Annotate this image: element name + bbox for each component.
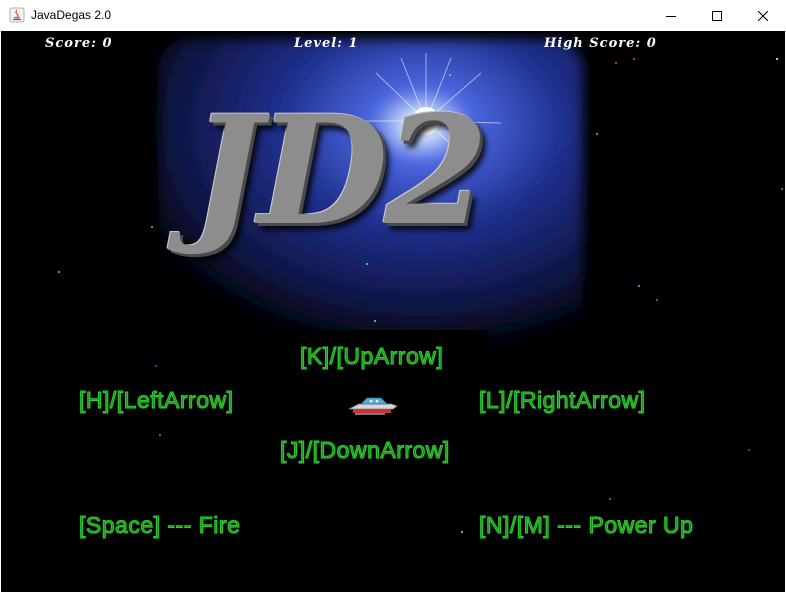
star (374, 320, 376, 322)
star (596, 133, 598, 135)
title-bar[interactable]: JavaDegas 2.0 (0, 0, 786, 32)
game-canvas[interactable]: JD2 Score: 0 Level: 1 High Score: 0 [K]/… (1, 31, 785, 592)
window-title: JavaDegas 2.0 (31, 8, 112, 22)
fire-key-hint: [Space] --- Fire (78, 512, 241, 539)
app-window: JavaDegas 2.0 JD2 Score: 0 Level: 1 High… (0, 0, 786, 593)
close-button[interactable] (740, 0, 786, 31)
power-up-key-hint: [N]/[M] --- Power Up (478, 512, 694, 539)
close-icon (758, 10, 768, 21)
star (211, 212, 213, 214)
high-score-value: 0 (646, 36, 657, 51)
score-display: Score: 0 (45, 36, 112, 51)
star (781, 188, 783, 190)
star (461, 531, 463, 533)
down-key-hint: [J]/[DownArrow] (280, 437, 450, 464)
star (638, 285, 640, 287)
java-app-icon (9, 7, 25, 23)
star (159, 434, 161, 436)
star (151, 226, 153, 228)
jd2-logo: JD2 (191, 83, 488, 259)
player-ship-icon (348, 397, 398, 415)
minimize-button[interactable] (648, 0, 694, 31)
level-label: Level: (294, 36, 343, 51)
score-value: 0 (102, 36, 113, 51)
star (609, 498, 611, 500)
high-score-display: High Score: 0 (544, 36, 657, 51)
star (155, 365, 157, 367)
star (615, 62, 617, 64)
star (58, 271, 60, 273)
maximize-button[interactable] (694, 0, 740, 31)
star (449, 74, 451, 76)
maximize-icon (712, 10, 722, 21)
high-score-label: High Score: (544, 36, 642, 51)
score-label: Score: (45, 36, 97, 51)
star (748, 449, 750, 451)
level-value: 1 (348, 36, 359, 51)
star (656, 299, 658, 301)
minimize-icon (666, 15, 676, 17)
star (366, 263, 368, 265)
star (633, 58, 635, 60)
right-key-hint: [L]/[RightArrow] (479, 387, 646, 414)
star (776, 58, 778, 60)
level-display: Level: 1 (294, 36, 359, 51)
left-key-hint: [H]/[LeftArrow] (78, 387, 234, 414)
up-key-hint: [K]/[UpArrow] (299, 343, 444, 370)
